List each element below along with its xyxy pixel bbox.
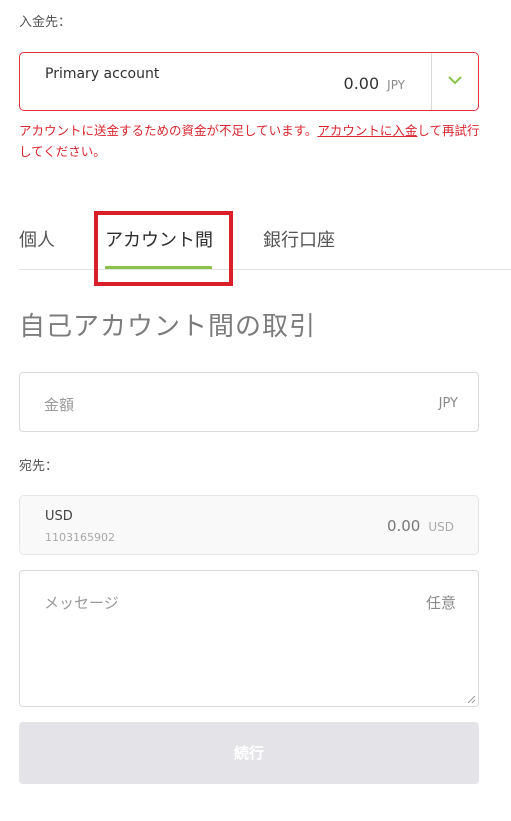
tabs-divider bbox=[19, 269, 511, 270]
deposit-account-currency: JPY bbox=[387, 78, 405, 92]
insufficient-funds-error: アカウントに送金するための資金が不足しています。アカウントに入金して再試行してく… bbox=[19, 120, 489, 162]
tab-personal[interactable]: 個人 bbox=[19, 226, 55, 252]
tab-highlight-annotation bbox=[94, 211, 233, 286]
tab-bank-account[interactable]: 銀行口座 bbox=[263, 226, 335, 252]
deposit-account-name: Primary account bbox=[45, 66, 160, 82]
deposit-account-dropdown-toggle[interactable] bbox=[432, 53, 478, 110]
destination-account: USD 1103165902 0.00 USD bbox=[19, 495, 479, 555]
amount-input[interactable]: 金額 JPY bbox=[19, 372, 479, 432]
destination-account-name: USD bbox=[45, 509, 73, 524]
page-title: 自己アカウント間の取引 bbox=[19, 312, 317, 342]
continue-button[interactable]: 続行 bbox=[19, 722, 479, 784]
amount-currency: JPY bbox=[438, 396, 458, 411]
transfer-page: 入金先： Primary account 0.00 JPY アカウントに送金するた… bbox=[0, 0, 511, 821]
deposit-funds-link[interactable]: アカウントに入金 bbox=[317, 123, 417, 138]
error-message-start: アカウントに送金するための資金が不足しています。 bbox=[19, 123, 318, 138]
message-placeholder: メッセージ bbox=[44, 594, 119, 612]
chevron-down-icon bbox=[448, 76, 462, 85]
destination-account-number: 1103165902 bbox=[45, 531, 115, 544]
message-optional-label: 任意 bbox=[425, 594, 456, 612]
deposit-account-balance: 0.00 JPY bbox=[343, 74, 405, 93]
resize-grip-icon[interactable] bbox=[467, 695, 476, 704]
destination-account-currency: USD bbox=[428, 520, 454, 534]
amount-placeholder: 金額 bbox=[44, 396, 75, 414]
message-textarea[interactable]: メッセージ 任意 bbox=[19, 570, 479, 707]
deposit-to-label: 入金先： bbox=[19, 15, 72, 30]
destination-account-balance: 0.00 USD bbox=[386, 517, 454, 535]
deposit-account-select[interactable]: Primary account 0.00 JPY bbox=[19, 52, 479, 111]
destination-label: 宛先： bbox=[19, 459, 59, 474]
